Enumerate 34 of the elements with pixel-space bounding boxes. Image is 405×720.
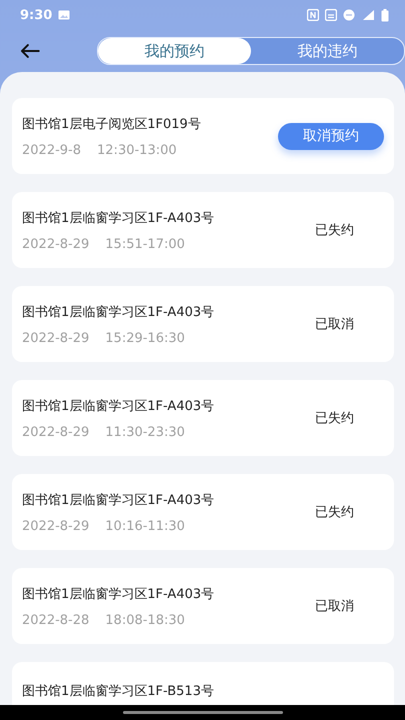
- reservation-status: 已失约: [315, 222, 354, 239]
- seat-name: 图书馆1层电子阅览区1F019号: [22, 116, 202, 132]
- seat-name: 图书馆1层临窗学习区1F-A403号: [22, 398, 216, 414]
- seat-name: 图书馆1层临窗学习区1F-A403号: [22, 492, 216, 508]
- reservation-date: 2022-8-29: [22, 236, 90, 252]
- reservation-date: 2022-8-29: [22, 518, 90, 534]
- reservation-time: 15:29-16:30: [105, 330, 185, 346]
- reservation-time: 11:30-23:30: [105, 424, 185, 440]
- tab[interactable]: 我的违约: [250, 38, 404, 64]
- reservation-time: 15:51-17:00: [105, 236, 185, 252]
- reservation-time: 18:08-18:30: [105, 612, 185, 628]
- seat-name: 图书馆1层临窗学习区1F-A403号: [22, 210, 216, 226]
- seat-name: 图书馆1层临窗学习区1F-B513号: [22, 683, 215, 700]
- reservation-date: 2022-8-29: [22, 330, 90, 346]
- reservation-time: 10:16-11:30: [105, 518, 185, 534]
- seat-name: 图书馆1层临窗学习区1F-A403号: [22, 586, 216, 602]
- do-not-disturb-icon: [343, 9, 355, 21]
- nfc-icon: [307, 9, 319, 21]
- reservation-date: 2022-9-8: [22, 142, 82, 158]
- reservation-date: 2022-8-28: [22, 612, 90, 628]
- status-time: 9:30: [20, 8, 52, 22]
- battery-icon: [381, 8, 389, 22]
- reservation-status: 已取消: [315, 316, 354, 333]
- reservation-status: 已失约: [315, 504, 354, 521]
- tab[interactable]: 我的预约: [98, 38, 251, 64]
- reservation-time: 12:30-13:00: [97, 142, 177, 158]
- image-icon: [58, 10, 70, 20]
- signal-icon: [361, 9, 375, 21]
- reservation-status: 已失约: [315, 410, 354, 427]
- seat-name: 图书馆1层临窗学习区1F-A403号: [22, 304, 216, 320]
- back-icon[interactable]: [20, 43, 40, 59]
- reservation-date: 2022-8-29: [22, 424, 90, 440]
- cancel-button[interactable]: 取消预约: [278, 122, 384, 150]
- reservation-status: 已取消: [315, 598, 354, 615]
